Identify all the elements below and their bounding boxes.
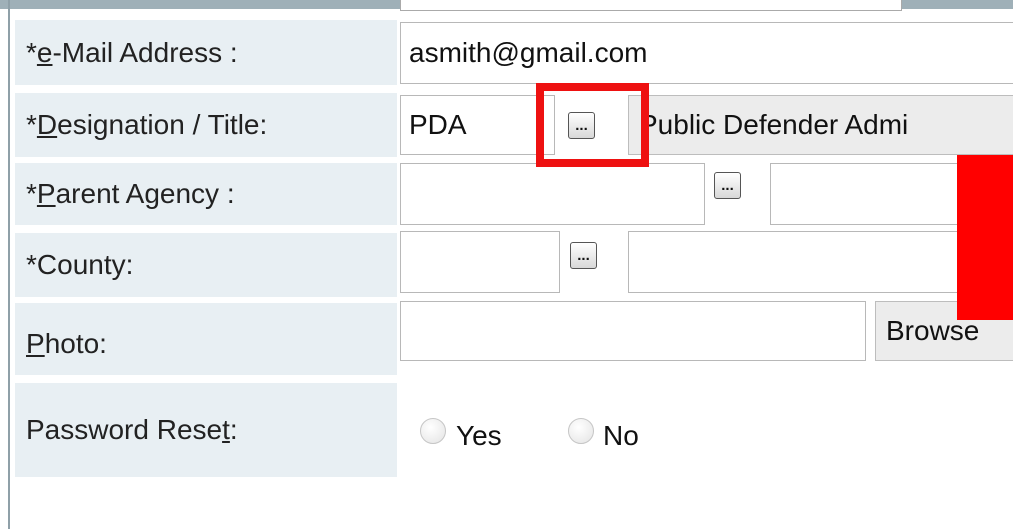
password-reset-yes-label: Yes bbox=[456, 420, 502, 451]
ellipsis-icon: ... bbox=[721, 177, 734, 194]
parent-agency-lookup-button[interactable]: ... bbox=[714, 172, 741, 199]
designation-name-field: Public Defender Admi bbox=[628, 95, 1013, 155]
password-reset-label: Password Rese t : bbox=[15, 383, 397, 477]
county-name-field bbox=[628, 231, 1013, 293]
highlight-box bbox=[536, 83, 649, 167]
email-label: * e -Mail Address : bbox=[15, 20, 397, 85]
left-border bbox=[8, 0, 10, 529]
ellipsis-icon: ... bbox=[577, 247, 590, 264]
county-label: *County : bbox=[15, 233, 397, 297]
parent-agency-code-input[interactable] bbox=[400, 163, 705, 225]
county-lookup-button[interactable]: ... bbox=[570, 242, 597, 269]
previous-field-input[interactable] bbox=[400, 0, 902, 11]
county-code-input[interactable] bbox=[400, 231, 560, 293]
parent-agency-label: * Parent Agency : bbox=[15, 163, 397, 225]
password-reset-yes-radio[interactable] bbox=[420, 418, 446, 444]
designation-code-input[interactable]: PDA bbox=[400, 95, 555, 155]
photo-label: Photo: bbox=[15, 303, 397, 375]
designation-label: * Designation / Title: bbox=[15, 93, 397, 157]
photo-path-input[interactable] bbox=[400, 301, 866, 361]
password-reset-no-radio[interactable] bbox=[568, 418, 594, 444]
password-reset-no-label: No bbox=[603, 420, 639, 451]
email-input[interactable]: asmith@gmail.com bbox=[400, 22, 1013, 84]
annotation-letter-l-foot bbox=[957, 270, 1013, 320]
